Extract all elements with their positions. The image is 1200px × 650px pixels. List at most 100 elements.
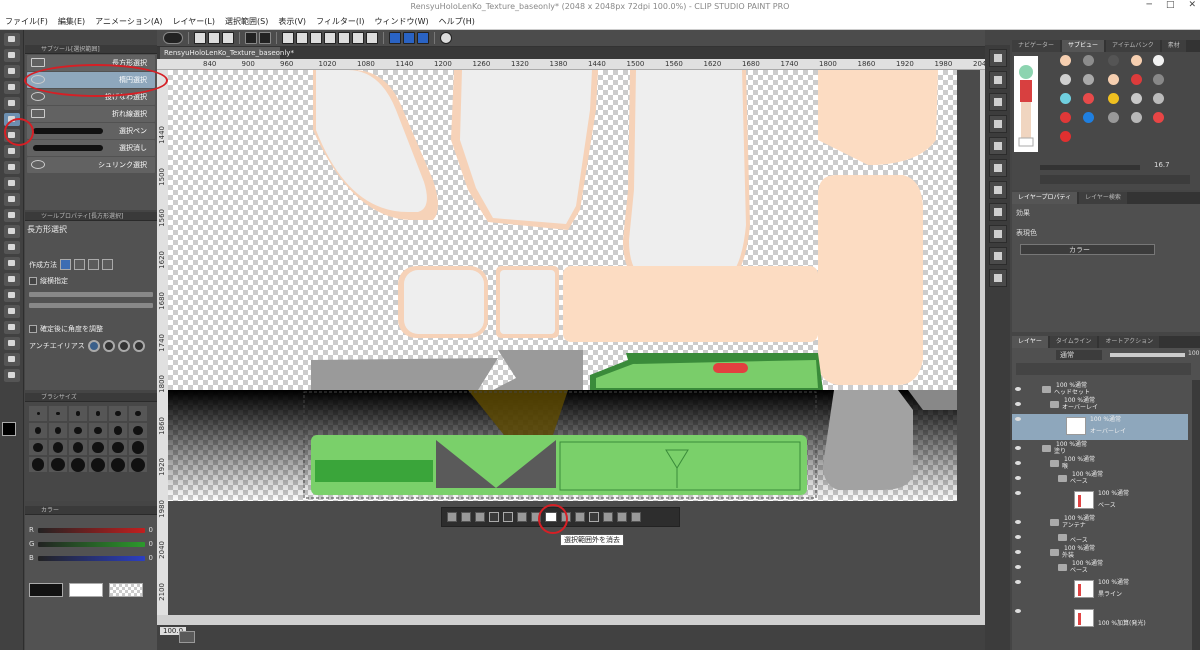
tone-icon[interactable]	[617, 512, 627, 522]
layer-row[interactable]: 100 %加算(発光)	[1012, 606, 1188, 632]
palette-swatch[interactable]	[1060, 112, 1071, 123]
menu-item[interactable]: 編集(E)	[53, 16, 90, 27]
brush-size-cell[interactable]	[69, 423, 87, 438]
menu-item[interactable]: ファイル(F)	[0, 16, 53, 27]
subview-tab[interactable]: アイテムバンク	[1106, 40, 1160, 52]
subtool-item[interactable]: シュリンク選択	[27, 157, 155, 173]
brush-size-cell[interactable]	[109, 457, 127, 472]
clear-outside-icon[interactable]	[296, 32, 308, 44]
snap-grid-icon[interactable]	[417, 32, 429, 44]
redo-icon[interactable]	[259, 32, 271, 44]
move-tool-icon[interactable]	[4, 49, 20, 62]
palette-swatch[interactable]	[1108, 55, 1119, 66]
color-channel-slider[interactable]	[37, 527, 145, 533]
show-selection-icon[interactable]	[366, 32, 378, 44]
menu-item[interactable]: ウィンドウ(W)	[370, 16, 434, 27]
palette-swatch[interactable]	[1131, 93, 1142, 104]
canvas[interactable]	[168, 70, 957, 501]
settings-icon[interactable]	[631, 512, 641, 522]
fill-icon[interactable]	[310, 32, 322, 44]
brush-size-cell[interactable]	[49, 440, 67, 455]
undo-icon[interactable]	[245, 32, 257, 44]
zoom-tool-icon[interactable]	[4, 33, 20, 46]
eye-icon[interactable]	[1015, 461, 1021, 465]
brush-size-cell[interactable]	[49, 457, 67, 472]
minimize-icon[interactable]: ─	[1147, 0, 1152, 14]
menu-item[interactable]: フィルター(I)	[311, 16, 369, 27]
brush-size-cell[interactable]	[129, 423, 147, 438]
menu-item[interactable]: アニメーション(A)	[90, 16, 167, 27]
add-selection-icon[interactable]	[74, 259, 85, 270]
brush-size-cell[interactable]	[69, 440, 87, 455]
layer-row[interactable]: 100 %通常 ベース	[1012, 560, 1188, 574]
invert-selection-icon[interactable]	[352, 32, 364, 44]
brush-size-cell[interactable]	[49, 423, 67, 438]
layer-tab[interactable]: レイヤー	[1012, 336, 1048, 348]
gradient-tool-icon[interactable]	[4, 273, 20, 286]
scale-selection-icon[interactable]	[589, 512, 599, 522]
sub-view-icon[interactable]	[988, 137, 1007, 155]
eye-icon[interactable]	[1015, 535, 1021, 539]
navigator-icon[interactable]	[988, 115, 1007, 133]
clear-icon[interactable]	[447, 512, 457, 522]
material-color-icon[interactable]	[988, 225, 1007, 243]
brush-size-cell[interactable]	[129, 457, 147, 472]
main-color-box[interactable]	[29, 583, 63, 597]
palette-swatch[interactable]	[1153, 112, 1164, 123]
material-all-icon[interactable]	[988, 269, 1007, 287]
fill-tool-icon[interactable]	[4, 257, 20, 270]
brush-size-cell[interactable]	[129, 440, 147, 455]
palette-swatch[interactable]	[1083, 112, 1094, 123]
subview-zoom-slider[interactable]	[1040, 165, 1140, 170]
snap-ruler-icon[interactable]	[389, 32, 401, 44]
layer-row[interactable]: 100 %通常 アンテナ	[1012, 515, 1188, 529]
subtool-item[interactable]: 選択ペン	[27, 123, 155, 139]
eye-icon[interactable]	[1015, 402, 1021, 406]
clip-studio-icon[interactable]	[163, 32, 183, 44]
eye-icon[interactable]	[1015, 446, 1021, 450]
layer-property-tab[interactable]: レイヤー検索	[1079, 192, 1127, 204]
eye-icon[interactable]	[1015, 387, 1021, 391]
new-selection-icon[interactable]	[60, 259, 71, 270]
brush-size-cell[interactable]	[29, 457, 47, 472]
menu-item[interactable]: 選択範囲(S)	[220, 16, 273, 27]
palette-swatch[interactable]	[1060, 131, 1071, 142]
new-file-icon[interactable]	[194, 32, 206, 44]
subtract-selection-icon[interactable]	[88, 259, 99, 270]
history-icon[interactable]	[988, 93, 1007, 111]
pencil-tool-icon[interactable]	[4, 161, 20, 174]
eye-icon[interactable]	[1015, 580, 1021, 584]
deselect-icon[interactable]	[338, 32, 350, 44]
palette-swatch[interactable]	[1153, 74, 1164, 85]
correct-line-tool-icon[interactable]	[4, 369, 20, 382]
brush-size-cell[interactable]	[49, 406, 67, 421]
aspect-slider-1[interactable]	[29, 292, 153, 297]
paint-selection-icon[interactable]	[603, 512, 613, 522]
clear-outside-icon[interactable]	[461, 512, 471, 522]
figure-tool-icon[interactable]	[4, 289, 20, 302]
eye-icon[interactable]	[1015, 491, 1021, 495]
palette-swatch[interactable]	[1060, 74, 1071, 85]
material-icon[interactable]	[988, 159, 1007, 177]
canvas-tab[interactable]: RensyuHoloLenKo_Texture_baseonly*	[160, 47, 294, 59]
airbrush-tool-icon[interactable]	[4, 193, 20, 206]
transform-icon[interactable]	[324, 32, 336, 44]
decoration-tool-icon[interactable]	[4, 209, 20, 222]
palette-swatch[interactable]	[1083, 93, 1094, 104]
auto-select-tool-icon[interactable]	[4, 97, 20, 110]
material-3d-icon[interactable]	[988, 247, 1007, 265]
brush-size-cell[interactable]	[109, 423, 127, 438]
eye-icon[interactable]	[1015, 609, 1021, 613]
antialias-none-icon[interactable]	[87, 340, 100, 352]
transparent-color-box[interactable]	[109, 583, 143, 597]
layer-row[interactable]: 100 %通常 塗り	[1012, 441, 1188, 455]
brush-size-cell[interactable]	[29, 440, 47, 455]
transform-selection-icon[interactable]	[489, 512, 499, 522]
brush-size-cell[interactable]	[109, 406, 127, 421]
antialias-mid-icon[interactable]	[117, 340, 130, 352]
layer-row[interactable]: ベース	[1012, 532, 1188, 544]
eye-icon[interactable]	[1015, 417, 1021, 421]
material-image-icon[interactable]	[988, 181, 1007, 199]
layer-row[interactable]: 100 %通常 ベース	[1012, 471, 1188, 485]
help-icon[interactable]	[440, 32, 452, 44]
